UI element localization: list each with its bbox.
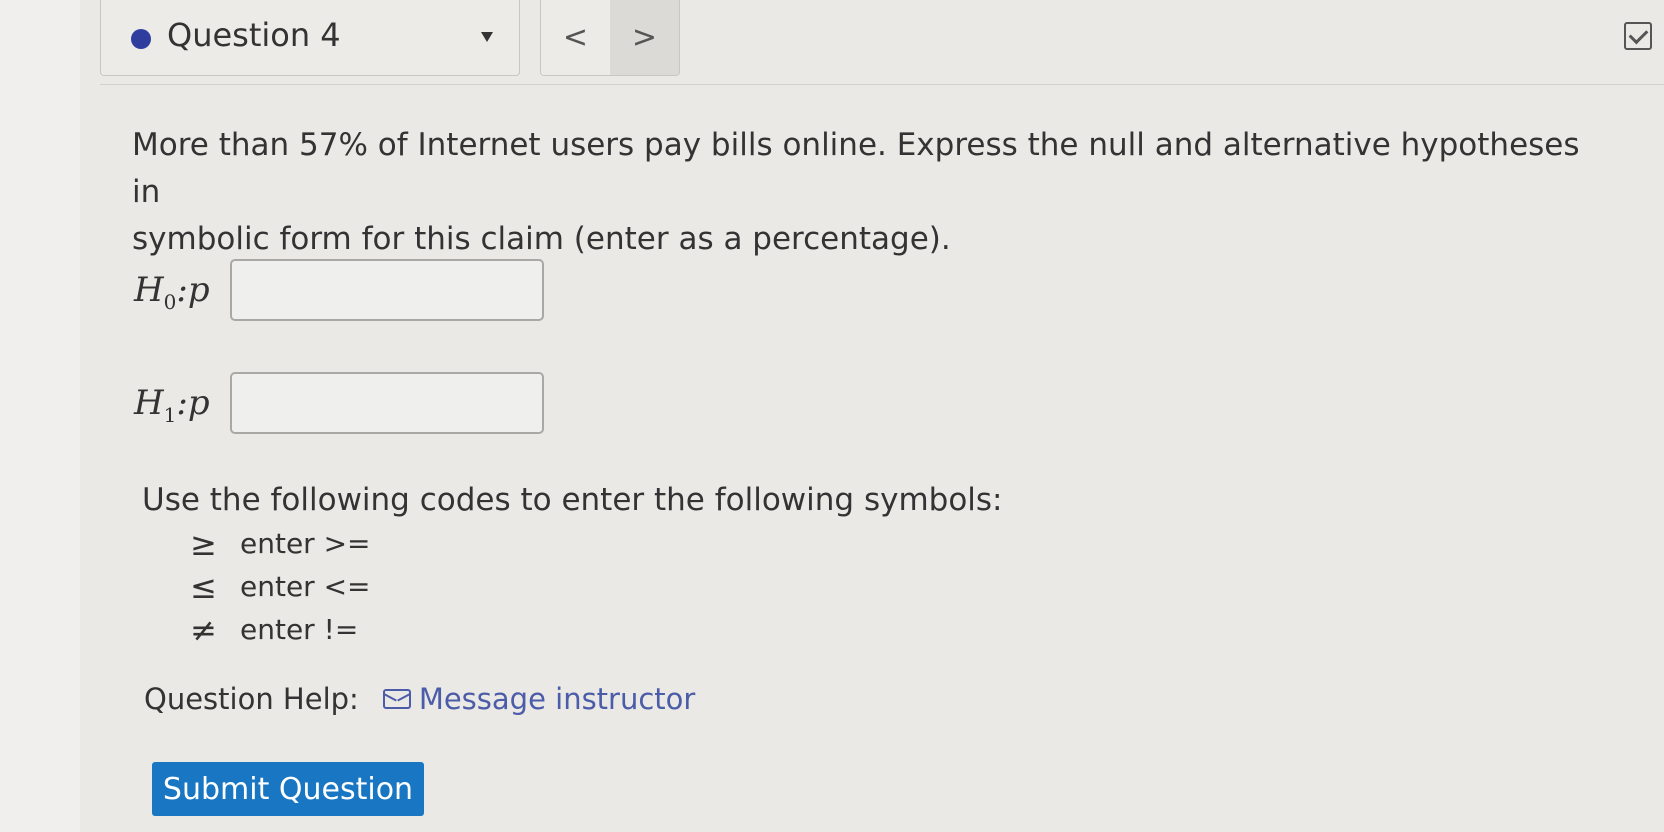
code-item-gte-text: enter >=: [240, 527, 371, 560]
question-prompt-line-1: More than 57% of Internet users pay bill…: [132, 127, 1580, 210]
chevron-down-icon: [481, 32, 493, 42]
null-hypothesis-input[interactable]: [230, 259, 544, 321]
question-navigation: < >: [540, 0, 680, 76]
alternative-hypothesis-label: H1:p: [134, 383, 230, 427]
question-help-row: Question Help: Message instructor: [144, 682, 695, 716]
null-hypothesis-label-subscript: 0: [163, 290, 177, 314]
alternative-hypothesis-label-subscript: 1: [163, 403, 177, 427]
alternative-hypothesis-label-base: H: [134, 383, 164, 423]
less-than-or-equal-icon: ≤: [190, 567, 217, 606]
alternative-hypothesis-label-rest: :p: [176, 383, 210, 423]
alternative-hypothesis-input[interactable]: [230, 372, 544, 434]
submit-question-button[interactable]: Submit Question: [152, 762, 424, 816]
not-equal-icon: ≠: [190, 610, 217, 649]
chevron-left-icon: <: [562, 20, 589, 55]
alternative-hypothesis-row: H1:p: [134, 371, 544, 435]
codes-title: Use the following codes to enter the fol…: [142, 482, 1003, 518]
code-item-lte: ≤ enter <=: [190, 565, 490, 608]
code-item-neq-text: enter !=: [240, 613, 359, 646]
question-selector[interactable]: Question 4: [100, 0, 520, 76]
code-item-neq: ≠ enter !=: [190, 608, 490, 651]
left-margin: [0, 0, 80, 832]
null-hypothesis-row: H0:p: [134, 258, 544, 322]
null-hypothesis-label-base: H: [134, 270, 164, 310]
null-hypothesis-label: H0:p: [134, 270, 230, 314]
question-selector-label: Question 4: [167, 16, 341, 54]
chevron-right-icon: >: [631, 20, 658, 55]
null-hypothesis-label-rest: :p: [176, 270, 210, 310]
code-item-lte-text: enter <=: [240, 570, 371, 603]
code-item-gte: ≥ enter >=: [190, 522, 490, 565]
top-divider: [100, 84, 1664, 85]
question-status-icon: [131, 29, 151, 49]
next-question-button[interactable]: >: [610, 0, 679, 75]
previous-question-button[interactable]: <: [541, 0, 610, 75]
page: Question 4 < > More than 57% of Internet…: [0, 0, 1664, 832]
question-prompt-line-2: symbolic form for this claim (enter as a…: [132, 221, 951, 257]
message-instructor-link[interactable]: Message instructor: [419, 682, 696, 716]
question-prompt: More than 57% of Internet users pay bill…: [132, 122, 1592, 263]
greater-than-or-equal-icon: ≥: [190, 524, 217, 563]
checkbox-icon[interactable]: [1624, 22, 1652, 50]
mail-icon: [382, 689, 411, 709]
codes-list: ≥ enter >= ≤ enter <= ≠ enter !=: [190, 522, 490, 651]
question-help-label: Question Help:: [144, 682, 359, 716]
